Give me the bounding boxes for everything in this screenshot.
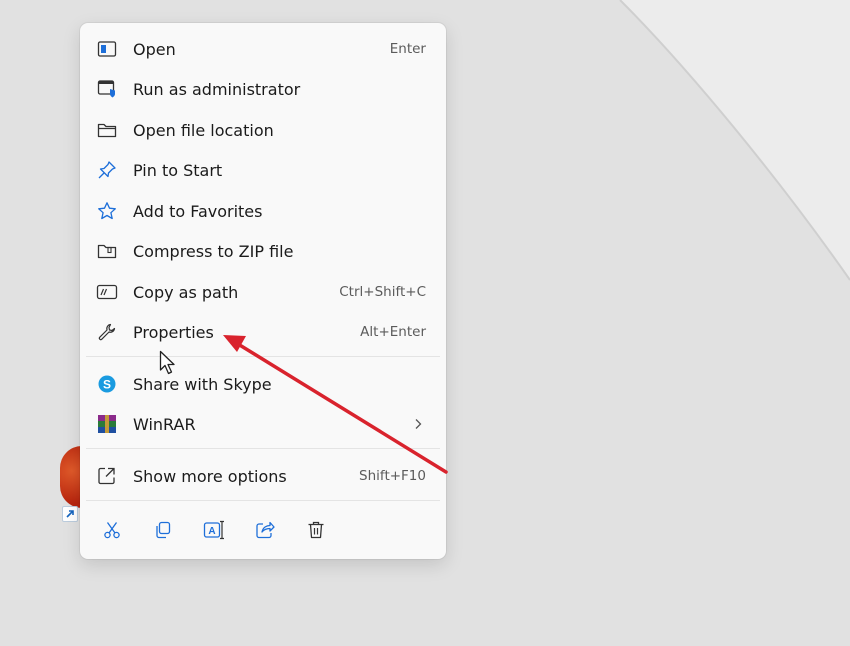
copy-path-icon — [96, 281, 118, 303]
zip-icon — [96, 240, 118, 262]
menu-item-add-to-favorites[interactable]: Add to Favorites — [86, 192, 440, 230]
menu-item-open[interactable]: Open Enter — [86, 30, 440, 68]
menu-item-label: WinRAR — [133, 414, 196, 434]
wrench-icon — [96, 321, 118, 343]
shortcut-text: Ctrl+Shift+C — [339, 284, 426, 300]
shortcut-text: Shift+F10 — [359, 468, 426, 484]
share-icon[interactable] — [239, 513, 290, 547]
folder-icon — [96, 119, 118, 141]
delete-icon[interactable] — [290, 513, 341, 547]
star-icon — [96, 200, 118, 222]
menu-item-label: Add to Favorites — [133, 201, 263, 221]
shortcut-text: Enter — [389, 41, 426, 57]
shortcut-arrow-icon — [62, 506, 78, 522]
menu-divider — [86, 448, 440, 449]
menu-item-show-more-options[interactable]: Show more options Shift+F10 — [86, 457, 440, 495]
menu-item-compress-to-zip[interactable]: Compress to ZIP file — [86, 232, 440, 270]
show-more-icon — [96, 465, 118, 487]
menu-item-label: Run as administrator — [133, 79, 301, 99]
menu-item-label: Share with Skype — [133, 374, 272, 394]
svg-text:S: S — [103, 378, 111, 392]
menu-item-share-with-skype[interactable]: S Share with Skype — [86, 365, 440, 403]
menu-item-label: Open file location — [133, 120, 274, 140]
quick-actions-bar: A — [86, 513, 440, 547]
pin-icon — [96, 159, 118, 181]
menu-item-pin-to-start[interactable]: Pin to Start — [86, 151, 440, 189]
winrar-icon — [96, 413, 118, 435]
menu-item-winrar[interactable]: WinRAR — [86, 405, 440, 443]
menu-item-properties[interactable]: Properties Alt+Enter — [86, 313, 440, 351]
menu-item-label: Pin to Start — [133, 160, 223, 180]
menu-item-copy-as-path[interactable]: Copy as path Ctrl+Shift+C — [86, 273, 440, 311]
copy-icon[interactable] — [137, 513, 188, 547]
context-menu: Open Enter Run as administrator Open fil… — [80, 23, 446, 559]
menu-divider — [86, 500, 440, 501]
skype-icon: S — [96, 373, 118, 395]
svg-text:A: A — [208, 526, 215, 537]
shortcut-text: Alt+Enter — [360, 324, 426, 340]
menu-item-run-as-admin[interactable]: Run as administrator — [86, 70, 440, 108]
menu-item-open-file-location[interactable]: Open file location — [86, 111, 440, 149]
open-window-icon — [96, 38, 118, 60]
menu-item-label: Compress to ZIP file — [133, 241, 294, 261]
rename-icon[interactable]: A — [188, 513, 239, 547]
menu-divider — [86, 356, 440, 357]
menu-item-label: Copy as path — [133, 282, 239, 302]
admin-shield-icon — [96, 78, 118, 100]
menu-item-label: Show more options — [133, 466, 287, 486]
menu-item-label: Properties — [133, 322, 214, 342]
mouse-cursor — [159, 350, 177, 380]
chevron-right-icon — [414, 418, 422, 430]
menu-item-label: Open — [133, 39, 176, 59]
cut-icon[interactable] — [86, 513, 137, 547]
